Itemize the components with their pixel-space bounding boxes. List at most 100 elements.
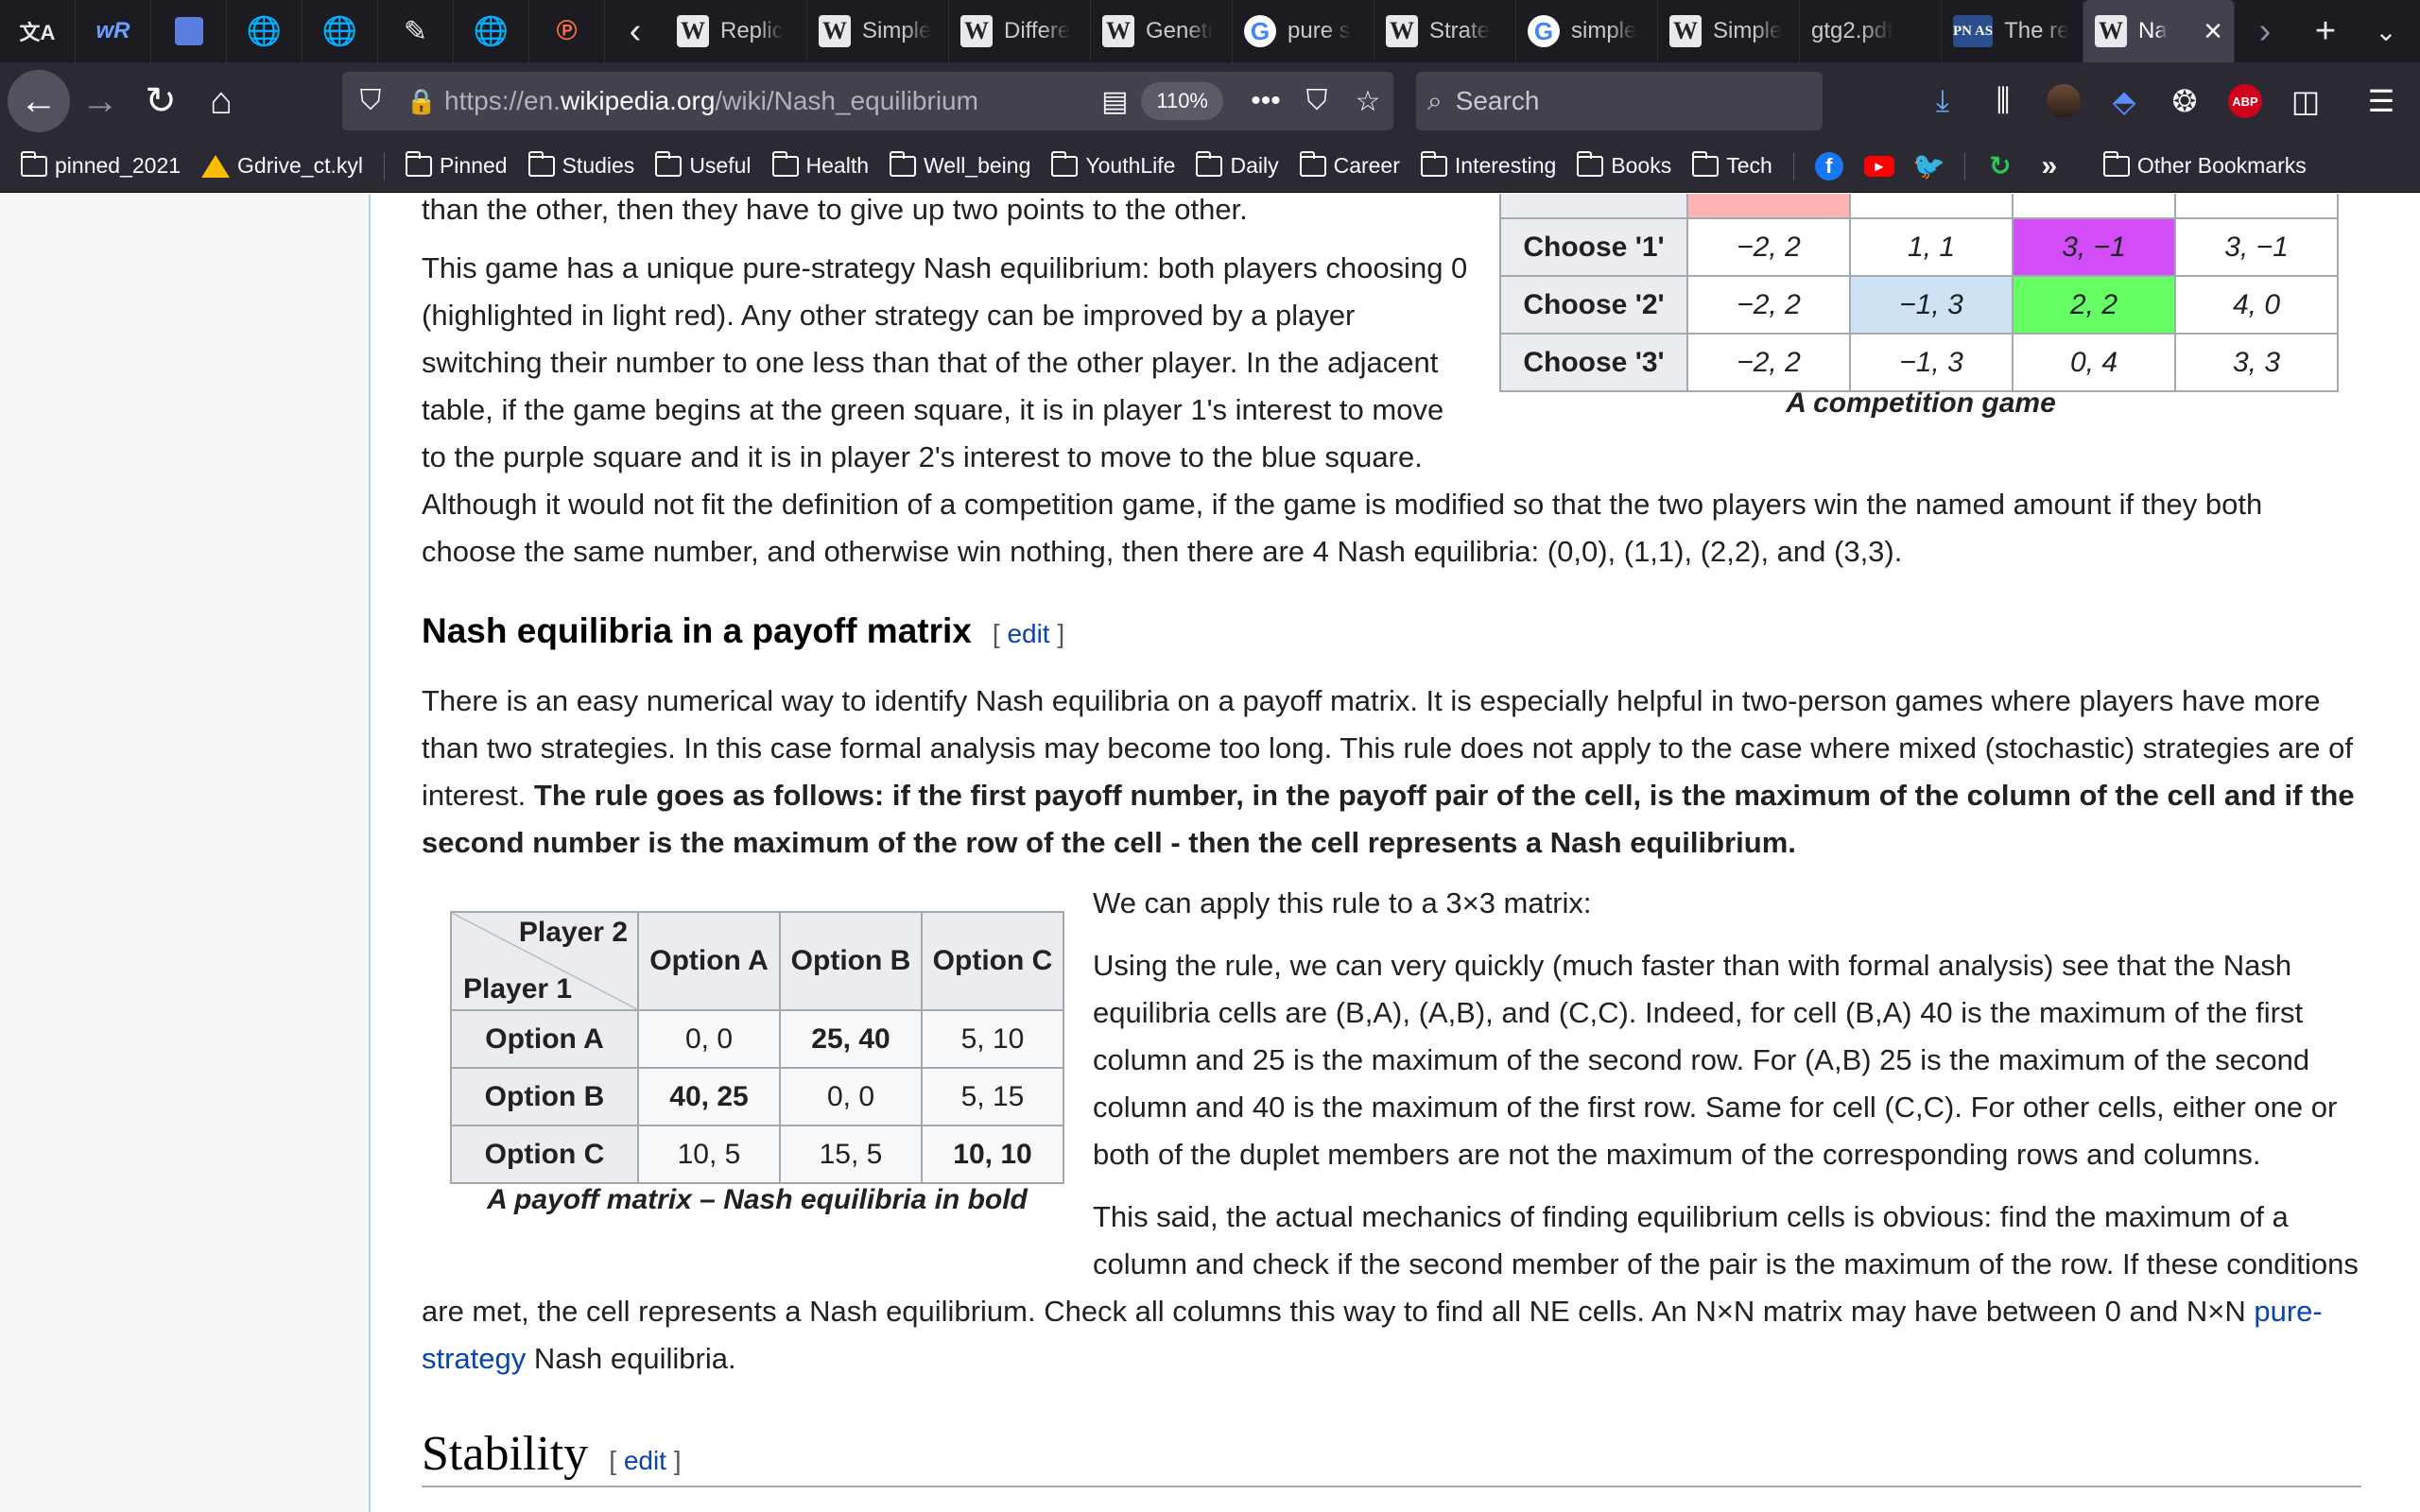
bookmark-item[interactable]: Health: [771, 150, 869, 179]
pinned-tab-wordreference[interactable]: wR: [76, 0, 151, 62]
tab-scroll-left-button[interactable]: ‹: [605, 0, 666, 62]
bookmark-item[interactable]: Interesting: [1420, 150, 1556, 179]
tab[interactable]: W Simple: [807, 0, 949, 62]
adblock-plus-button[interactable]: ABP: [2218, 72, 2273, 130]
new-tab-button[interactable]: +: [2295, 0, 2356, 62]
paragraph-modified-game: Although it would not fit the definition…: [422, 481, 2388, 576]
pure-strategy-link[interactable]: strategy: [422, 1342, 526, 1375]
bookmark-item[interactable]: Useful: [655, 150, 752, 179]
tab[interactable]: W Differe: [949, 0, 1091, 62]
pocket-icon[interactable]: ⛉: [1291, 85, 1342, 117]
tab[interactable]: Gsimple: [1516, 0, 1658, 62]
text-line: strategy Nash equilibria.: [422, 1335, 2397, 1383]
pinned-tab-globe-3[interactable]: 🌐: [454, 0, 529, 62]
bookmark-item[interactable]: Daily: [1196, 150, 1279, 179]
folder-icon: [1196, 150, 1223, 177]
tab[interactable]: W Strate: [1374, 0, 1516, 62]
profile-extension-button[interactable]: [2036, 72, 2091, 130]
url-bar[interactable]: ⛉ 🔒 https://en.wikipedia.org/wiki/Nash_e…: [342, 72, 1393, 130]
bookmark-item[interactable]: Books: [1577, 150, 1671, 179]
bookmark-item[interactable]: Pinned: [405, 150, 508, 179]
table-row: Choose '3' −2, 2 −1, 3 0, 4 3, 3: [1499, 333, 2339, 392]
tab-title: simple: [1571, 18, 1637, 43]
youtube-icon[interactable]: ▶: [1863, 155, 1894, 177]
bookmark-label: Pinned: [439, 153, 508, 178]
tab-title: Strate: [1429, 18, 1491, 43]
back-button[interactable]: ←: [8, 70, 70, 132]
text-line: Although it would not fit the definition…: [422, 488, 2263, 521]
forward-button[interactable]: →: [70, 71, 130, 131]
edit-link[interactable]: edit: [1007, 619, 1049, 648]
table-cell: 0, 0: [779, 1067, 923, 1126]
tracking-protection-shield-icon[interactable]: ⛉: [342, 85, 399, 117]
tab[interactable]: W Geneti: [1091, 0, 1233, 62]
library-button[interactable]: ⫼: [1976, 72, 2031, 130]
tab[interactable]: W Replic: [666, 0, 807, 62]
reload-button[interactable]: ↻: [130, 71, 191, 131]
zoom-level-badge[interactable]: 110%: [1141, 82, 1223, 120]
bookmark-label: Tech: [1726, 153, 1772, 178]
tab-active[interactable]: W Na ×: [2083, 0, 2235, 62]
close-tab-icon[interactable]: ×: [2204, 13, 2222, 50]
download-icon: ⤓: [1935, 83, 1950, 117]
adblock-plus-icon: ABP: [2228, 84, 2262, 118]
wikipedia-favicon-icon: W: [2095, 15, 2127, 47]
tab[interactable]: Gpure s: [1233, 0, 1374, 62]
wikipedia-sidebar: [0, 194, 371, 1512]
twitter-icon[interactable]: 🐦: [1912, 151, 1945, 180]
page-actions-icon[interactable]: •••: [1240, 85, 1291, 117]
lock-icon[interactable]: 🔒: [399, 87, 444, 116]
row-header: Choose '3': [1499, 333, 1688, 392]
pinned-tab-globe-1[interactable]: 🌐: [227, 0, 302, 62]
pen-icon: ✎: [403, 15, 428, 47]
reader-view-icon[interactable]: ▤: [1088, 85, 1141, 118]
home-button[interactable]: ⌂: [191, 71, 251, 131]
tab-scroll-right-button[interactable]: ›: [2235, 0, 2295, 62]
edit-link[interactable]: edit: [624, 1446, 666, 1475]
pinned-tab-globe-2[interactable]: 🌐: [302, 0, 378, 62]
extension-button-1[interactable]: ⬘: [2097, 72, 2152, 130]
folder-icon: [1577, 150, 1604, 177]
app-menu-button[interactable]: ☰: [2354, 72, 2409, 130]
tab[interactable]: PN AS The re: [1942, 0, 2083, 62]
tabs-list: W Replic W Simple W Differe W Geneti Gpure s W Str…: [666, 0, 2235, 62]
bookmark-item[interactable]: Gdrive_ct.kyl: [201, 153, 363, 179]
search-box[interactable]: ⌕ Search: [1416, 72, 1823, 130]
table-cell: 0, 4: [2012, 333, 2176, 392]
downloads-button[interactable]: ⤓: [1915, 72, 1970, 130]
column-header: Option C: [921, 911, 1064, 1011]
paragraph-mechanics: This said, the actual mechanics of findi…: [1093, 1194, 2397, 1288]
text-line: equilibria cells are (B,A), (A,B), and (…: [1093, 996, 2304, 1029]
bookmark-star-icon[interactable]: ☆: [1342, 85, 1393, 118]
sidebar-toggle-button[interactable]: ◫: [2278, 72, 2333, 130]
pinned-tab-translate[interactable]: 文A: [0, 0, 76, 62]
table-cell-equilibrium: 10, 10: [921, 1125, 1064, 1184]
tab[interactable]: W Simple: [1658, 0, 1800, 62]
pinned-tab-pocket[interactable]: ℗: [529, 0, 605, 62]
more-bookmarks-chevron-icon[interactable]: »: [2035, 150, 2064, 181]
tab[interactable]: gtg2.pdf: [1800, 0, 1942, 62]
facebook-icon[interactable]: f: [1814, 151, 1843, 180]
extension-button-2[interactable]: ❂: [2157, 72, 2212, 130]
section-heading-payoff-matrix: Nash equilibria in a payoff matrix [ edit…: [422, 611, 1064, 651]
bookmark-item[interactable]: Career: [1299, 150, 1400, 179]
pure-strategy-link[interactable]: pure-: [2254, 1295, 2322, 1328]
table-header-row: Player 2 Player 1 Option A Option B Opti…: [450, 911, 1064, 1011]
url-text[interactable]: https://en.wikipedia.org/wiki/Nash_equil…: [444, 86, 1088, 116]
tab-title: pure s: [1288, 18, 1351, 43]
pinned-tab-calendar[interactable]: [151, 0, 227, 62]
payoff-matrix-table: Player 2 Player 1 Option A Option B Opti…: [450, 911, 1064, 1184]
bookmark-item[interactable]: Tech: [1692, 150, 1772, 179]
bookmark-item[interactable]: Studies: [527, 150, 634, 179]
refresh-extension-icon[interactable]: ↻: [1986, 151, 2014, 180]
pinned-tab-notes[interactable]: ✎: [378, 0, 454, 62]
list-all-tabs-button[interactable]: ⌄: [2356, 0, 2416, 62]
bookmark-item[interactable]: YouthLife: [1051, 150, 1175, 179]
folder-icon: [405, 150, 432, 177]
bookmarks-separator: [383, 151, 385, 180]
corner-bottom-label: Player 1: [463, 973, 573, 1005]
text-line: switching their number to one less than …: [422, 346, 1439, 379]
bookmark-item[interactable]: Well_being: [890, 150, 1030, 179]
bookmark-item[interactable]: pinned_2021: [21, 150, 181, 179]
bookmark-other-bookmarks[interactable]: Other Bookmarks: [2102, 150, 2307, 179]
